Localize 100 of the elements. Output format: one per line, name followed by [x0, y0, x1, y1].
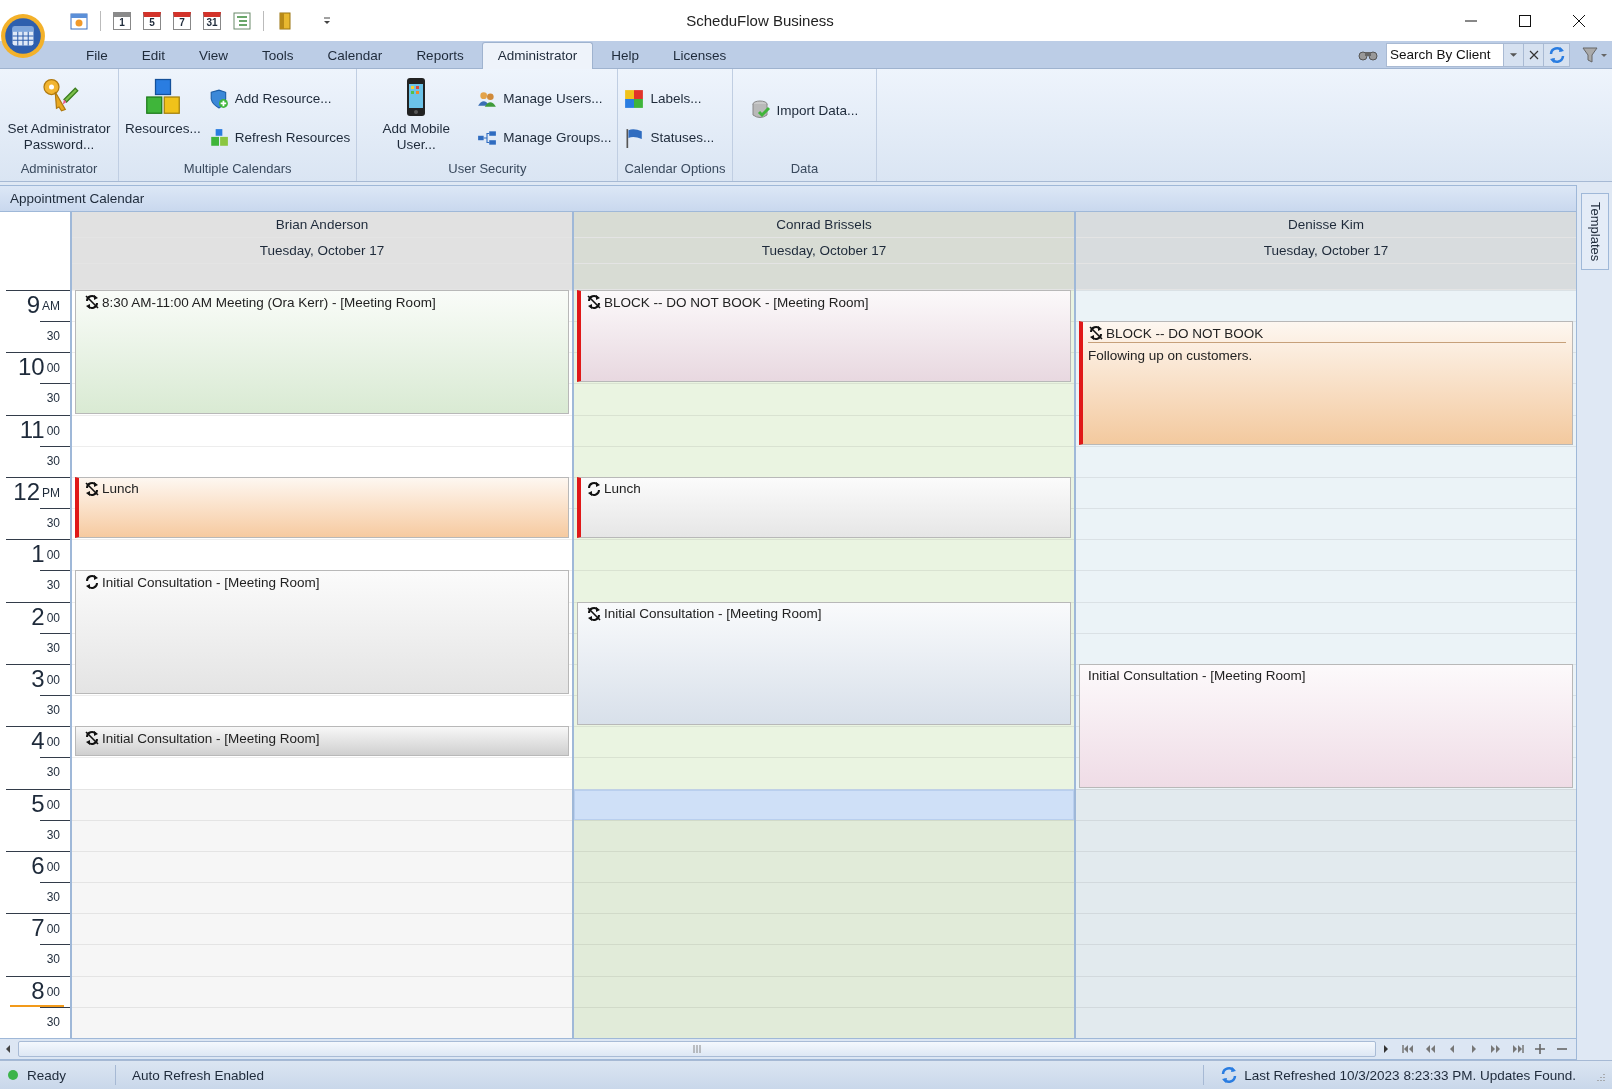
- menu-tab[interactable]: Help: [595, 42, 655, 68]
- filter-icon[interactable]: [1582, 45, 1608, 64]
- appointment[interactable]: BLOCK -- DO NOT BOOK - [Meeting Room]: [577, 290, 1071, 383]
- appointment-title: 8:30 AM-11:00 AM Meeting (Ora Kerr) - [Meeting Room]: [102, 294, 436, 310]
- time-slot[interactable]: [1076, 788, 1576, 820]
- appointment-title: Initial Consultation - [Meeting Room]: [604, 606, 822, 622]
- appointment[interactable]: BLOCK -- DO NOT BOOK Following up on customers.: [1079, 321, 1573, 445]
- menu-tab[interactable]: Administrator: [481, 42, 594, 69]
- menu-tab[interactable]: Edit: [125, 42, 182, 68]
- last-icon[interactable]: [1512, 1044, 1524, 1054]
- ribbon-button[interactable]: Refresh Resources: [208, 127, 351, 148]
- door-icon[interactable]: [276, 11, 294, 30]
- menu-tab[interactable]: Calendar: [311, 42, 399, 68]
- minute-label: 30: [46, 827, 60, 842]
- side-tab[interactable]: Templates: [1581, 193, 1609, 271]
- calendar-icon[interactable]: [70, 11, 88, 30]
- window-title: ScheduFlow Business: [685, 12, 835, 29]
- maximize-icon[interactable]: [1518, 13, 1532, 28]
- button-label: Resources...: [125, 121, 201, 137]
- ribbon-button[interactable]: Manage Users...: [477, 88, 612, 109]
- time-slot[interactable]: [1076, 944, 1576, 976]
- time-slot[interactable]: [574, 788, 1074, 820]
- appointment[interactable]: Lunch: [577, 477, 1071, 539]
- all-day-area[interactable]: [72, 264, 572, 290]
- time-slot[interactable]: [1076, 1006, 1576, 1038]
- day-view-button[interactable]: 5: [143, 11, 161, 30]
- all-day-area[interactable]: [574, 264, 1074, 290]
- previous-page-icon[interactable]: [1424, 1044, 1436, 1054]
- time-slot[interactable]: [72, 1006, 572, 1038]
- menu-tab[interactable]: Tools: [246, 42, 310, 68]
- first-icon[interactable]: [1402, 1044, 1414, 1054]
- time-slot[interactable]: [72, 882, 572, 914]
- group-title: Data: [789, 161, 820, 178]
- scrollbar-thumb[interactable]: [18, 1041, 1376, 1057]
- menu-tab[interactable]: Reports: [400, 42, 480, 68]
- time-slot[interactable]: [574, 819, 1074, 851]
- resource-header[interactable]: Denisse Kim: [1076, 212, 1576, 238]
- scroll-right-icon[interactable]: [1382, 1044, 1390, 1054]
- appointment[interactable]: Initial Consultation - [Meeting Room]: [75, 570, 569, 695]
- search-field[interactable]: Search By Client: [1386, 42, 1504, 67]
- time-slot[interactable]: [1076, 975, 1576, 1007]
- minute-label: 00: [46, 860, 60, 874]
- scroll-left-icon[interactable]: [4, 1044, 12, 1054]
- next-page-icon[interactable]: [1490, 1044, 1502, 1054]
- appointment[interactable]: Lunch: [75, 477, 569, 539]
- time-slot[interactable]: [1076, 819, 1576, 851]
- appointment[interactable]: Initial Consultation - [Meeting Room]: [75, 726, 569, 757]
- time-slot[interactable]: [72, 944, 572, 976]
- time-slot[interactable]: [1076, 913, 1576, 945]
- appointment[interactable]: 8:30 AM-11:00 AM Meeting (Ora Kerr) - [Meeting Room]: [75, 290, 569, 414]
- list-view-icon[interactable]: [233, 11, 251, 30]
- resource-header[interactable]: Conrad Brissels: [574, 212, 1074, 238]
- day-view-button[interactable]: 7: [173, 11, 191, 30]
- shield-plus-icon: [208, 88, 229, 109]
- clear-button[interactable]: [1524, 42, 1544, 67]
- ribbon-button[interactable]: Resources...: [125, 73, 201, 161]
- hour-label: 1: [31, 541, 45, 568]
- menu-tab[interactable]: View: [183, 42, 245, 68]
- resize-grip-icon[interactable]: [1594, 1072, 1606, 1084]
- appointment-title: Lunch: [604, 481, 641, 497]
- menu-tab[interactable]: File: [70, 42, 124, 68]
- add-icon[interactable]: [1534, 1044, 1546, 1054]
- day-column[interactable]: BLOCK -- DO NOT BOOK - [Meeting Room] Lunch Initial Consultation - [Meeting Room]: [574, 290, 1074, 1038]
- time-slot[interactable]: [1076, 851, 1576, 883]
- ribbon-button[interactable]: Set Administrator Password...: [6, 73, 112, 161]
- time-slot[interactable]: [574, 975, 1074, 1007]
- ribbon-button[interactable]: Add Mobile User...: [363, 73, 470, 161]
- button-label: Refresh Resources: [234, 130, 351, 145]
- day-view-button[interactable]: 31: [203, 11, 221, 30]
- appointment[interactable]: Initial Consultation - [Meeting Room]: [577, 601, 1071, 726]
- ribbon-button[interactable]: Manage Groups...: [477, 127, 612, 148]
- appointment-title: Initial Consultation - [Meeting Room]: [102, 730, 320, 746]
- time-slot[interactable]: [574, 1006, 1074, 1038]
- time-slot[interactable]: [72, 975, 572, 1007]
- app-orb-icon[interactable]: [0, 13, 46, 59]
- ribbon-button[interactable]: Add Resource...: [208, 88, 351, 109]
- ribbon-button[interactable]: Statuses...: [624, 127, 715, 148]
- minute-label: 00: [46, 423, 60, 438]
- ribbon-button[interactable]: Import Data...: [738, 100, 871, 120]
- ribbon-button[interactable]: Labels...: [624, 88, 715, 109]
- day-column[interactable]: 8:30 AM-11:00 AM Meeting (Ora Kerr) - [Meeting Room] Lunch Initial Consultation - [Meeting Room] Initial Consultation - [Meeting Room]: [72, 290, 572, 1038]
- appointment[interactable]: Initial Consultation - [Meeting Room]: [1079, 664, 1573, 788]
- menu-tab[interactable]: Licenses: [656, 42, 743, 68]
- group-title: Multiple Calendars: [182, 161, 293, 178]
- day-column[interactable]: BLOCK -- DO NOT BOOK Following up on customers. Initial Consultation - [Meeting Room]: [1076, 290, 1576, 1038]
- close-icon[interactable]: [1572, 13, 1586, 28]
- time-slot[interactable]: [574, 882, 1074, 914]
- day-view-button[interactable]: 1: [113, 11, 131, 30]
- all-day-area[interactable]: [1076, 264, 1576, 290]
- resource-header[interactable]: Brian Anderson: [72, 212, 572, 238]
- customize-dropdown-icon[interactable]: [322, 15, 332, 26]
- time-slot[interactable]: [72, 913, 572, 945]
- time-slot[interactable]: [72, 851, 572, 883]
- time-slot[interactable]: [1076, 882, 1576, 914]
- time-slot[interactable]: [574, 913, 1074, 945]
- time-slot[interactable]: [574, 851, 1074, 883]
- time-slot[interactable]: [72, 819, 572, 851]
- time-slot[interactable]: [574, 944, 1074, 976]
- hour-label: 9: [26, 292, 40, 318]
- time-slot[interactable]: [72, 788, 572, 820]
